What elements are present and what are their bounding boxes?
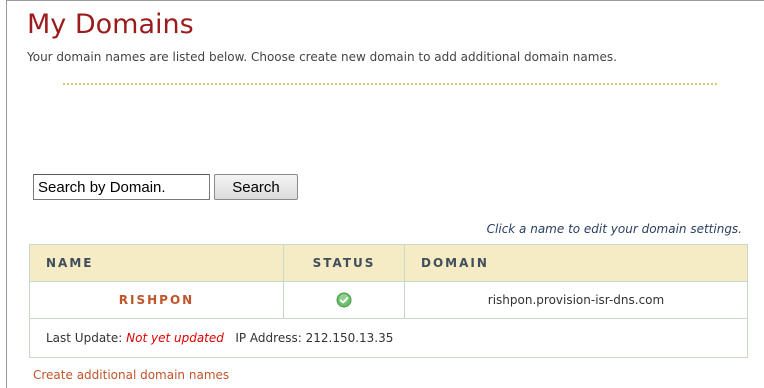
ip-address-label: IP Address: bbox=[235, 331, 302, 345]
column-header-domain: DOMAIN bbox=[404, 245, 747, 282]
last-update-label: Last Update: bbox=[46, 331, 123, 345]
dotted-divider bbox=[63, 83, 717, 85]
search-button[interactable]: Search bbox=[214, 174, 298, 200]
page-title: My Domains bbox=[27, 9, 194, 40]
domains-table: NAME STATUS DOMAIN RISHPON rishpon.provi… bbox=[29, 244, 748, 358]
column-header-status: STATUS bbox=[283, 245, 405, 282]
check-circle-icon bbox=[336, 292, 352, 308]
column-header-name: NAME bbox=[30, 245, 284, 282]
domain-name-link[interactable]: RISHPON bbox=[30, 281, 284, 319]
last-update-value: Not yet updated bbox=[126, 331, 224, 345]
domain-cell: rishpon.provision-isr-dns.com bbox=[404, 281, 747, 319]
edit-hint: Click a name to edit your domain setting… bbox=[486, 222, 742, 236]
table-header-row: NAME STATUS DOMAIN bbox=[30, 245, 747, 282]
create-domain-link[interactable]: Create additional domain names bbox=[33, 368, 229, 382]
search-domain-input[interactable] bbox=[33, 174, 210, 200]
content-frame: My Domains Your domain names are listed … bbox=[6, 0, 764, 388]
page-subtitle: Your domain names are listed below. Choo… bbox=[27, 50, 617, 64]
status-cell bbox=[283, 281, 405, 319]
update-info: Last Update: Not yet updated IP Address:… bbox=[30, 319, 747, 358]
ip-address-value: 212.150.13.35 bbox=[305, 331, 394, 345]
table-row: RISHPON rishpon.provision-isr-dns.com bbox=[30, 281, 747, 319]
table-footer-row: Last Update: Not yet updated IP Address:… bbox=[30, 319, 747, 358]
